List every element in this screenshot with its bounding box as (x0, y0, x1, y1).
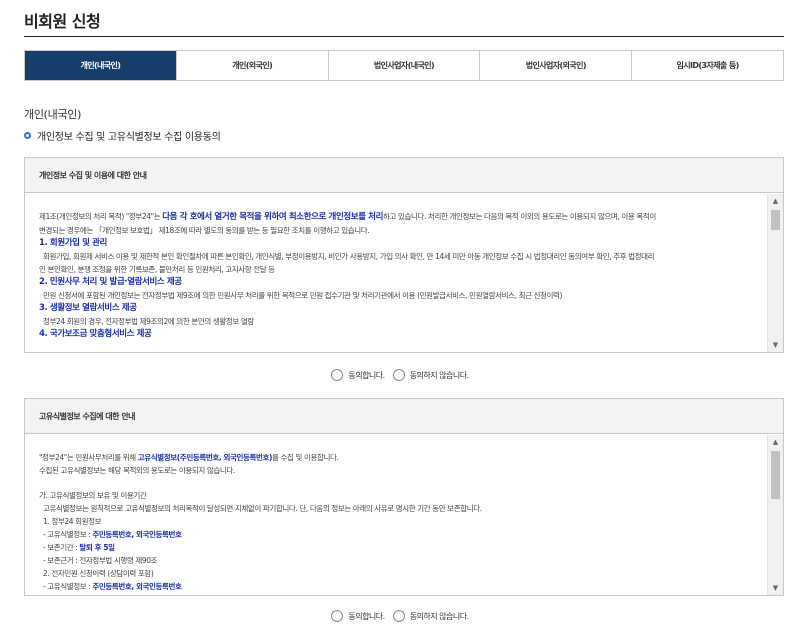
unique-line-2: 수집된 고유식별정보는 해당 목적외의 용도로는 이용되지 않습니다. (39, 466, 235, 475)
privacy-scroll-thumb[interactable] (771, 210, 780, 230)
unique-id-consent-radios: 동의합니다. 동의하지 않습니다. (0, 610, 800, 622)
radio-circle-icon[interactable] (392, 369, 405, 381)
scroll-up-arrow-icon[interactable]: ▲ (768, 435, 783, 449)
privacy-scrollbar[interactable]: ▲ ▼ (767, 194, 783, 352)
radio-circle-icon[interactable] (392, 610, 405, 622)
privacy-notice-text: 제1조(개인정보의 처리 목적) "정부24"는 다음 각 호에서 열거한 목적… (25, 194, 783, 341)
tab-foreign-individual[interactable]: 개인(외국인) (175, 51, 328, 80)
privacy-disagree-radio[interactable]: 동의하지 않습니다. (392, 369, 469, 381)
scroll-up-arrow-icon[interactable]: ▲ (768, 194, 783, 208)
privacy-paragraph-1a: 회원가입, 회원제 서비스 이용 및 제한적 본인 확인절차에 따른 본인확인,… (43, 252, 655, 261)
unique-line-6: - 고유식별정보 : 주민등록번호, 외국인등록번호 (43, 530, 182, 539)
consent-subheading: 개인정보 수집 및 고유식별정보 수집 이용동의 (24, 128, 221, 143)
unique-id-notice-box: 고유식별정보 수집에 대한 안내 "정부24"는 민원사무처리를 위해 고유식별… (24, 398, 784, 596)
consent-subheading-label: 개인정보 수집 및 고유식별정보 수집 이용동의 (37, 132, 221, 143)
unique-id-notice-text: "정부24"는 민원사무처리를 위해 고유식별정보(주민등록번호, 외국인등록번… (25, 435, 783, 593)
unique-id-notice-scroll-area[interactable]: "정부24"는 민원사무처리를 위해 고유식별정보(주민등록번호, 외국인등록번… (25, 435, 783, 595)
section-heading: 개인(내국인) (24, 108, 82, 121)
unique-id-scroll-thumb[interactable] (771, 451, 780, 499)
unique-line-4: 고유식별정보는 원칙적으로 고유식별정보의 처리목적이 달성되면 지체없이 파기… (43, 504, 482, 513)
tab-temporary-id[interactable]: 임시ID(3자제출 등) (631, 51, 783, 80)
privacy-intro: 제1조(개인정보의 처리 목적) "정부24"는 다음 각 호에서 열거한 목적… (39, 212, 656, 222)
privacy-heading-2: 2. 민원사무 처리 및 발급·열람서비스 제공 (39, 277, 182, 287)
title-divider (24, 36, 784, 37)
scroll-down-arrow-icon[interactable]: ▼ (768, 581, 783, 595)
privacy-heading-3: 3. 생활정보 열람서비스 제공 (39, 303, 137, 313)
unique-id-notice-title: 고유식별정보 수집에 대한 안내 (25, 399, 783, 434)
radio-circle-icon[interactable] (331, 369, 344, 381)
privacy-consent-radios: 동의합니다. 동의하지 않습니다. (0, 369, 800, 381)
unique-line-1: "정부24"는 민원사무처리를 위해 고유식별정보(주민등록번호, 외국인등록번… (39, 453, 339, 462)
unique-id-disagree-radio[interactable]: 동의하지 않습니다. (392, 610, 469, 622)
unique-id-scrollbar[interactable]: ▲ ▼ (767, 435, 783, 595)
unique-line-9: 2. 전자민원 신청이력 (상담이력 포함) (43, 569, 154, 578)
tab-korean-corporation[interactable]: 법인사업자(내국인) (327, 51, 480, 80)
privacy-notice-scroll-area[interactable]: 제1조(개인정보의 처리 목적) "정부24"는 다음 각 호에서 열거한 목적… (25, 194, 783, 352)
radio-circle-icon[interactable] (331, 610, 344, 622)
scroll-down-arrow-icon[interactable]: ▼ (768, 338, 783, 352)
privacy-intro-line2: 변경되는 경우에는 「개인정보 보호법」 제18조에 따라 별도의 동의를 받는… (39, 226, 370, 235)
privacy-notice-box: 개인정보 수집 및 이용에 대한 안내 제1조(개인정보의 처리 목적) "정부… (24, 157, 784, 353)
tab-korean-individual[interactable]: 개인(내국인) (25, 51, 176, 80)
unique-line-10: - 고유식별정보 : 주민등록번호, 외국인등록번호 (43, 582, 182, 591)
privacy-paragraph-1b: 인 본인확인, 분쟁 조정을 위한 기록보존, 불만처리 등 민원처리, 고지사… (39, 265, 275, 274)
bullet-ring-icon (24, 132, 31, 139)
unique-line-5: 1. 정부24 회원정보 (43, 517, 102, 526)
tab-foreign-corporation[interactable]: 법인사업자(외국인) (479, 51, 632, 80)
unique-line-3: 가. 고유식별정보의 보유 및 이용기간 (39, 491, 147, 500)
unique-line-7: - 보존기간 : 탈퇴 후 5일 (43, 543, 115, 552)
privacy-heading-4: 4. 국가보조금 맞춤형서비스 제공 (39, 329, 152, 339)
page-title: 비회원 신청 (24, 12, 101, 31)
privacy-paragraph-3: 정부24 회원의 경우, 전자정부법 제9조의2에 의한 본인의 생활정보 열람 (43, 317, 254, 326)
privacy-notice-title: 개인정보 수집 및 이용에 대한 안내 (25, 158, 783, 193)
unique-id-agree-radio[interactable]: 동의합니다. (331, 610, 385, 622)
unique-line-8: - 보존근거 : 전자정부법 시행령 제90조 (43, 556, 158, 565)
privacy-agree-radio[interactable]: 동의합니다. (331, 369, 385, 381)
privacy-paragraph-2: 민원 신청서에 포함된 개인정보는 전자정부법 제9조에 의한 민원사무 처리를… (43, 291, 563, 300)
member-type-tabs: 개인(내국인) 개인(외국인) 법인사업자(내국인) 법인사업자(외국인) 임시… (24, 50, 784, 81)
privacy-heading-1: 1. 회원가입 및 관리 (39, 238, 107, 248)
